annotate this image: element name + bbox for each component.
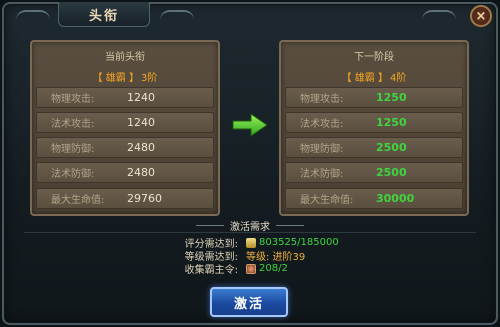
stat-label: 法术防御: (51, 169, 95, 180)
requirement-value: 等级: 进阶39 (246, 252, 306, 263)
corner-ornament (160, 10, 194, 26)
current-rank: 【 雄霸 】 3阶 (32, 69, 218, 84)
next-rank-level: 4阶 (389, 73, 407, 84)
stat-value: 30000 (376, 192, 415, 205)
requirement-value: 208/2 (259, 263, 288, 274)
stat-label: 物理攻击: (51, 94, 95, 105)
requirements-header: 激活需求 (170, 217, 330, 233)
stat-value: 1240 (127, 116, 155, 129)
current-rank-name: 【 雄霸 】 (92, 73, 139, 84)
current-title-panel: 当前头衔 【 雄霸 】 3阶 物理攻击: 1240 法术攻击: 1240 物理防御… (30, 40, 220, 216)
stat-label: 最大生命值: (300, 195, 354, 206)
score-icon (246, 237, 256, 248)
stat-row: 物理防御: 2480 (36, 137, 214, 158)
requirement-label: 收集霸主令: (184, 265, 238, 276)
stat-value: 29760 (127, 192, 162, 205)
token-icon (246, 263, 256, 274)
stat-label: 法术防御: (300, 169, 344, 180)
next-stage-panel: 下一阶段 【 雄霸 】 4阶 物理攻击: 1250 法术攻击: 1250 物理防御… (279, 40, 469, 216)
stat-row: 最大生命值: 29760 (36, 188, 214, 209)
stat-row: 最大生命值: 30000 (285, 188, 463, 209)
activate-button[interactable]: 激活 (210, 287, 288, 317)
next-stage-heading: 下一阶段 (354, 52, 394, 63)
requirement-value: 803525/185000 (259, 237, 339, 248)
stat-value: 2500 (376, 166, 407, 179)
stat-row: 法术防御: 2480 (36, 162, 214, 183)
close-button[interactable]: × (470, 5, 492, 27)
corner-ornament (422, 10, 456, 26)
stat-row: 物理攻击: 1240 (36, 87, 214, 108)
requirements-title: 激活需求 (230, 221, 270, 233)
stat-label: 最大生命值: (51, 195, 105, 206)
stat-value: 1250 (376, 91, 407, 104)
stat-value: 1240 (127, 91, 155, 104)
stat-value: 2480 (127, 166, 155, 179)
window-title: 头衔 (58, 2, 150, 27)
stat-row: 法术防御: 2500 (285, 162, 463, 183)
close-icon: × (475, 8, 487, 24)
arrow-right-icon (232, 113, 268, 137)
current-rank-level: 3阶 (140, 73, 158, 84)
stat-label: 法术攻击: (300, 119, 344, 130)
stat-value: 1250 (376, 116, 407, 129)
corner-ornament (16, 10, 50, 26)
stat-row: 法术攻击: 1250 (285, 112, 463, 133)
current-title-heading: 当前头衔 (105, 52, 145, 63)
requirements-list: 评分需达到: 803525/185000 等级需达到: 等级: 进阶39 收集霸… (168, 236, 408, 276)
divider (276, 224, 304, 226)
stat-label: 物理防御: (51, 144, 95, 155)
stat-value: 2480 (127, 141, 155, 154)
divider (196, 224, 224, 226)
stat-label: 物理防御: (300, 144, 344, 155)
next-rank: 【 雄霸 】 4阶 (281, 69, 467, 84)
stat-row: 物理攻击: 1250 (285, 87, 463, 108)
next-rank-name: 【 雄霸 】 (341, 73, 388, 84)
stat-label: 物理攻击: (300, 94, 344, 105)
requirement-row: 收集霸主令: 208/2 (168, 262, 408, 276)
stat-label: 法术攻击: (51, 119, 95, 130)
stat-row: 法术攻击: 1240 (36, 112, 214, 133)
stat-row: 物理防御: 2500 (285, 137, 463, 158)
stat-value: 2500 (376, 141, 407, 154)
